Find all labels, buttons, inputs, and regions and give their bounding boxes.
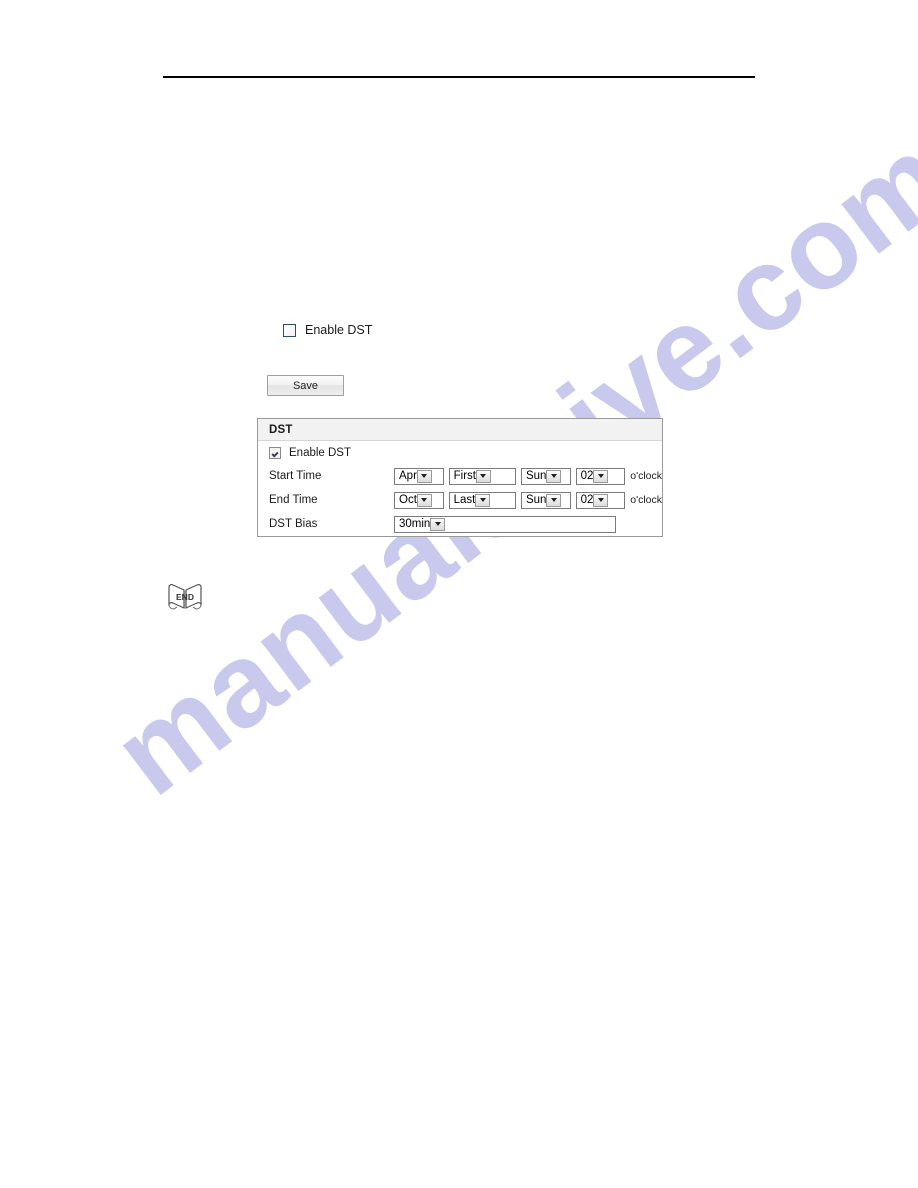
panel-enable-dst-row[interactable]: Enable DST — [258, 441, 662, 464]
chevron-down-icon[interactable] — [475, 493, 491, 507]
chevron-down-icon[interactable] — [416, 493, 432, 507]
panel-enable-dst-checkbox[interactable] — [269, 446, 281, 459]
dst-panel-title: DST — [269, 423, 293, 436]
dst-settings-panel: DST Enable DST Start Time Apr First Sun … — [257, 418, 663, 537]
dst-bias-row: DST Bias 30min — [258, 512, 662, 536]
start-time-week-select[interactable]: First — [448, 467, 516, 485]
start-time-suffix: o'clock — [630, 470, 663, 482]
chevron-down-icon[interactable] — [546, 469, 562, 483]
end-time-hour-value: 02 — [580, 494, 594, 506]
end-time-suffix: o'clock — [630, 494, 663, 506]
start-time-day-select[interactable]: Sun — [520, 467, 571, 485]
page-header-rule — [163, 76, 755, 78]
enable-dst-checkbox[interactable] — [283, 323, 296, 337]
start-time-hour-select[interactable]: 02 — [575, 467, 626, 485]
end-time-hour-select[interactable]: 02 — [575, 491, 626, 509]
end-time-week-select[interactable]: Last — [448, 491, 516, 509]
enable-dst-checkbox-row[interactable]: Enable DST — [283, 323, 372, 337]
chevron-down-icon[interactable] — [593, 469, 609, 483]
end-time-day-select[interactable]: Sun — [520, 491, 571, 509]
dst-panel-header: DST — [258, 419, 662, 441]
start-time-week-value: First — [453, 470, 476, 482]
start-time-row: Start Time Apr First Sun 02 o'clock — [258, 464, 662, 488]
end-time-month-select[interactable]: Oct — [394, 491, 444, 509]
dst-bias-value: 30min — [399, 518, 431, 530]
end-time-month-value: Oct — [399, 494, 417, 506]
end-time-week-value: Last — [453, 494, 476, 506]
end-time-label: End Time — [269, 494, 318, 506]
dst-bias-label: DST Bias — [269, 518, 318, 530]
dst-bias-select[interactable]: 30min — [394, 515, 616, 533]
end-book-icon: END — [166, 581, 204, 613]
start-time-label: Start Time — [269, 470, 322, 482]
save-button-label: Save — [292, 379, 319, 392]
chevron-down-icon[interactable] — [416, 469, 432, 483]
end-time-day-value: Sun — [525, 494, 547, 506]
end-time-row: End Time Oct Last Sun 02 o'clock — [258, 488, 662, 512]
start-time-hour-value: 02 — [580, 470, 594, 482]
save-button[interactable]: Save — [267, 375, 344, 396]
watermark-layer: manualshive.com — [0, 0, 918, 1188]
chevron-down-icon[interactable] — [475, 469, 491, 483]
start-time-month-select[interactable]: Apr — [394, 467, 444, 485]
chevron-down-icon[interactable] — [593, 493, 609, 507]
start-time-day-value: Sun — [525, 470, 547, 482]
end-icon-label: END — [176, 592, 194, 602]
chevron-down-icon[interactable] — [430, 517, 446, 531]
start-time-month-value: Apr — [399, 470, 417, 482]
chevron-down-icon[interactable] — [546, 493, 562, 507]
panel-enable-dst-label: Enable DST — [289, 446, 352, 459]
enable-dst-label: Enable DST — [305, 323, 373, 337]
